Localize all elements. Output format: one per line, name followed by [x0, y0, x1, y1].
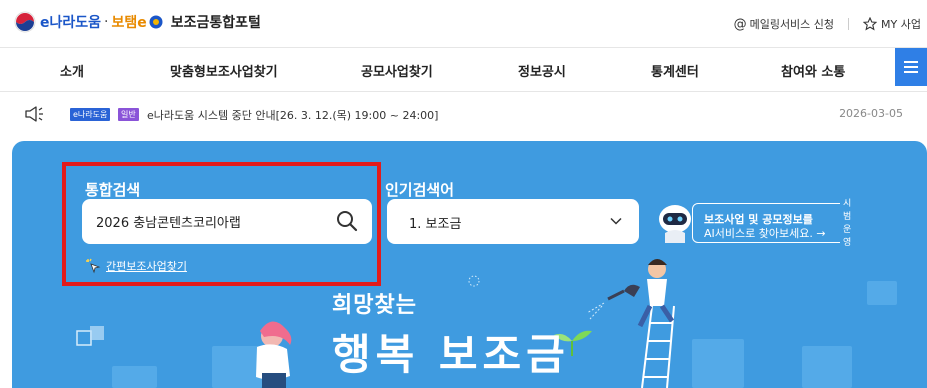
quick-subsidy-search-link[interactable]: 간편보조사업찾기 [85, 258, 187, 274]
notice-site-badge: e나라도움 [70, 108, 111, 121]
top-bar: e나라도움 · 보탬e 보조금통합포털 @ 메일링서비스 신청 MY 사업 [0, 0, 927, 48]
quick-subsidy-search-label: 간편보조사업찾기 [106, 260, 187, 273]
hamburger-line [904, 71, 918, 73]
hero-slogan-small: 희망찾는 [332, 293, 417, 318]
search-box [82, 199, 372, 244]
hamburger-line [904, 66, 918, 68]
search-icon[interactable] [336, 210, 358, 232]
hamburger-line [904, 61, 918, 63]
hero-section: 통합검색 간편보조사업찾기 인기검색어 1. 보조금 시범운영 보조사업 및 [12, 141, 927, 388]
logo-separator: · [104, 14, 109, 30]
botem-logo-icon [149, 15, 163, 29]
site-title: 보조금통합포털 [170, 15, 261, 31]
notice-date: 2026-03-05 [839, 107, 903, 120]
chevron-down-icon [610, 217, 622, 225]
nav-item-about[interactable]: 소개 [60, 61, 84, 80]
ai-banner-subline: AI서비스로 찾아보세요. → [704, 227, 826, 240]
my-business-link[interactable]: MY 사업 [863, 16, 921, 32]
notice-bar: e나라도움 일반 e나라도움 시스템 중단 안내[26. 3. 12.(목) 1… [0, 92, 927, 136]
nav-item-statistics[interactable]: 통계센터 [651, 61, 699, 80]
sparkle-pointer-icon [86, 258, 101, 274]
mailing-service-label: 메일링서비스 신청 [749, 18, 835, 31]
logo-enara-text: e나라도움 [40, 15, 102, 31]
logo-botem-text: 보탬e [111, 15, 147, 31]
hamburger-menu-button[interactable] [895, 48, 927, 86]
popular-keywords-dropdown[interactable]: 1. 보조금 [387, 199, 639, 244]
robot-icon [659, 205, 691, 243]
megaphone-icon [25, 106, 43, 122]
site-logo[interactable]: e나라도움 · 보탬e 보조금통합포털 [14, 11, 261, 33]
my-business-label: MY 사업 [881, 18, 921, 31]
nav-item-disclosure[interactable]: 정보공시 [518, 61, 566, 80]
popular-keywords-label: 인기검색어 [385, 181, 455, 199]
utility-divider [848, 18, 850, 30]
notice-link[interactable]: e나라도움 시스템 중단 안내[26. 3. 12.(목) 19:00 ~ 24… [147, 107, 438, 123]
nav-item-custom-search[interactable]: 맞춤형보조사업찾기 [170, 61, 278, 80]
search-input[interactable] [96, 211, 316, 231]
star-icon [863, 17, 878, 31]
mailing-service-link[interactable]: @ 메일링서비스 신청 [734, 16, 834, 32]
integrated-search-label: 통합검색 [85, 181, 141, 199]
utility-menu: @ 메일링서비스 신청 MY 사업 [734, 16, 921, 32]
at-sign-icon: @ [733, 16, 747, 32]
government-emblem-icon [14, 11, 36, 33]
nav-item-public-contest[interactable]: 공모사업찾기 [361, 61, 433, 80]
popular-keyword-selected: 1. 보조금 [409, 217, 462, 232]
main-navigation: 소개 맞춤형보조사업찾기 공모사업찾기 정보공시 통계센터 참여와 소통 [0, 48, 927, 92]
pilot-badge: 시범운영 [840, 196, 862, 248]
nav-item-participation[interactable]: 참여와 소통 [781, 61, 845, 80]
notice-type-badge: 일반 [118, 108, 139, 121]
hero-slogan-large: 행복 보조금 [332, 330, 570, 379]
ai-service-banner[interactable]: 시범운영 보조사업 및 공모정보를 AI서비스로 찾아보세요. → [652, 193, 862, 249]
